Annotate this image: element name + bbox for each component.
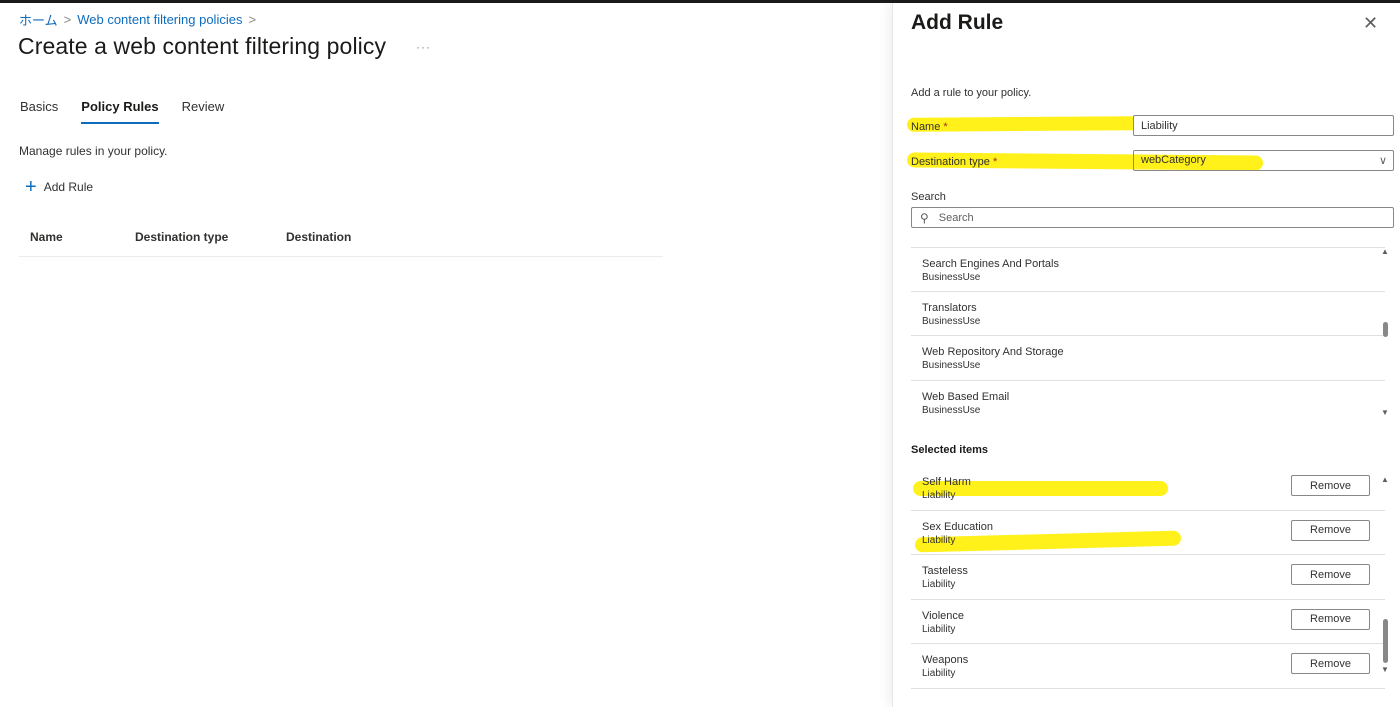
item-group: BusinessUse: [922, 404, 981, 416]
selected-item: Sex Education Liability Remove: [911, 511, 1385, 555]
destination-type-label-text: Destination type: [911, 156, 990, 168]
page-title: Create a web content filtering policy: [18, 33, 387, 59]
selected-list-scrollbar[interactable]: ▲ ▼: [1379, 473, 1391, 674]
scroll-thumb[interactable]: [1383, 322, 1388, 337]
selected-item: Tasteless Liability Remove: [911, 555, 1385, 600]
column-header-destination-type[interactable]: Destination type: [135, 225, 286, 256]
more-options-icon[interactable]: ···: [416, 40, 431, 54]
selected-items-list: Self Harm Liability Remove Sex Education…: [911, 466, 1385, 689]
list-item[interactable]: Translators BusinessUse: [911, 292, 1385, 336]
item-name: Web Based Email: [922, 390, 1010, 403]
remove-button[interactable]: Remove: [1291, 653, 1370, 674]
breadcrumb-policies-link[interactable]: Web content filtering policies: [77, 12, 242, 27]
add-rule-label: Add Rule: [43, 180, 94, 194]
close-icon[interactable]: ✕: [1363, 13, 1378, 34]
breadcrumb: ホーム > Web content filtering policies >: [19, 10, 256, 29]
search-icon: ⚲: [920, 210, 929, 225]
item-group: BusinessUse: [922, 272, 981, 283]
remove-button[interactable]: Remove: [1291, 519, 1370, 541]
destination-type-value: webCategory: [1141, 154, 1206, 166]
panel-description: Add a rule to your policy.: [911, 87, 1032, 99]
scroll-down-icon[interactable]: ▼: [1381, 665, 1389, 674]
selected-items-heading: Selected items: [911, 444, 989, 456]
chevron-down-icon: ∨: [1378, 155, 1387, 167]
item-name: Search Engines And Portals: [922, 258, 1059, 270]
required-mark: *: [992, 156, 998, 168]
add-rule-button[interactable]: + Add Rule: [25, 176, 94, 198]
list-item[interactable]: Web Based Email BusinessUse: [911, 381, 1385, 426]
selected-item: Violence Liability Remove: [911, 600, 1385, 644]
destination-type-select[interactable]: webCategory ∨: [1133, 150, 1394, 171]
wizard-tabs: Basics Policy Rules Review: [20, 99, 224, 124]
add-rule-panel: Add Rule ✕ Add a rule to your policy. Na…: [892, 3, 1400, 707]
tab-review[interactable]: Review: [182, 99, 225, 124]
item-name: Translators: [922, 301, 977, 314]
column-header-destination[interactable]: Destination: [286, 225, 436, 256]
name-input[interactable]: [1133, 115, 1394, 136]
scroll-up-icon[interactable]: ▲: [1381, 247, 1389, 256]
remove-button[interactable]: Remove: [1291, 564, 1370, 585]
search-label: Search: [911, 191, 946, 203]
list-item[interactable]: Search Engines And Portals BusinessUse: [911, 247, 1385, 292]
available-categories-list: Search Engines And Portals BusinessUse T…: [911, 247, 1385, 425]
list-item[interactable]: Web Repository And Storage BusinessUse: [911, 336, 1385, 381]
tab-policy-rules[interactable]: Policy Rules: [81, 99, 159, 124]
available-list-scrollbar[interactable]: ▲ ▼: [1379, 247, 1391, 419]
plus-icon: +: [25, 176, 37, 198]
scroll-thumb[interactable]: [1383, 619, 1388, 663]
tab-basics[interactable]: Basics: [20, 99, 58, 124]
selected-item: Self Harm Liability Remove: [911, 466, 1385, 511]
scroll-down-icon[interactable]: ▼: [1381, 408, 1389, 417]
search-placeholder: Search: [938, 211, 974, 224]
remove-button[interactable]: Remove: [1291, 475, 1370, 496]
scroll-up-icon[interactable]: ▲: [1381, 475, 1389, 484]
name-label: Name *: [911, 121, 948, 133]
remove-button[interactable]: Remove: [1291, 608, 1370, 630]
breadcrumb-separator: >: [248, 12, 257, 27]
search-input[interactable]: ⚲ Search: [911, 207, 1394, 228]
breadcrumb-home-link[interactable]: ホーム: [19, 10, 58, 29]
item-group: BusinessUse: [922, 360, 981, 371]
destination-type-label: Destination type *: [911, 156, 997, 168]
name-label-text: Name: [911, 121, 941, 133]
breadcrumb-separator: >: [63, 12, 72, 27]
required-mark: *: [943, 121, 948, 133]
item-group: BusinessUse: [922, 315, 981, 327]
item-name: Web Repository And Storage: [922, 346, 1064, 358]
panel-title: Add Rule: [911, 11, 1004, 34]
selected-item: Weapons Liability Remove: [911, 644, 1385, 689]
rules-table-header: Name Destination type Destination: [19, 225, 663, 257]
manage-rules-text: Manage rules in your policy.: [19, 144, 168, 158]
column-header-name[interactable]: Name: [19, 225, 135, 256]
